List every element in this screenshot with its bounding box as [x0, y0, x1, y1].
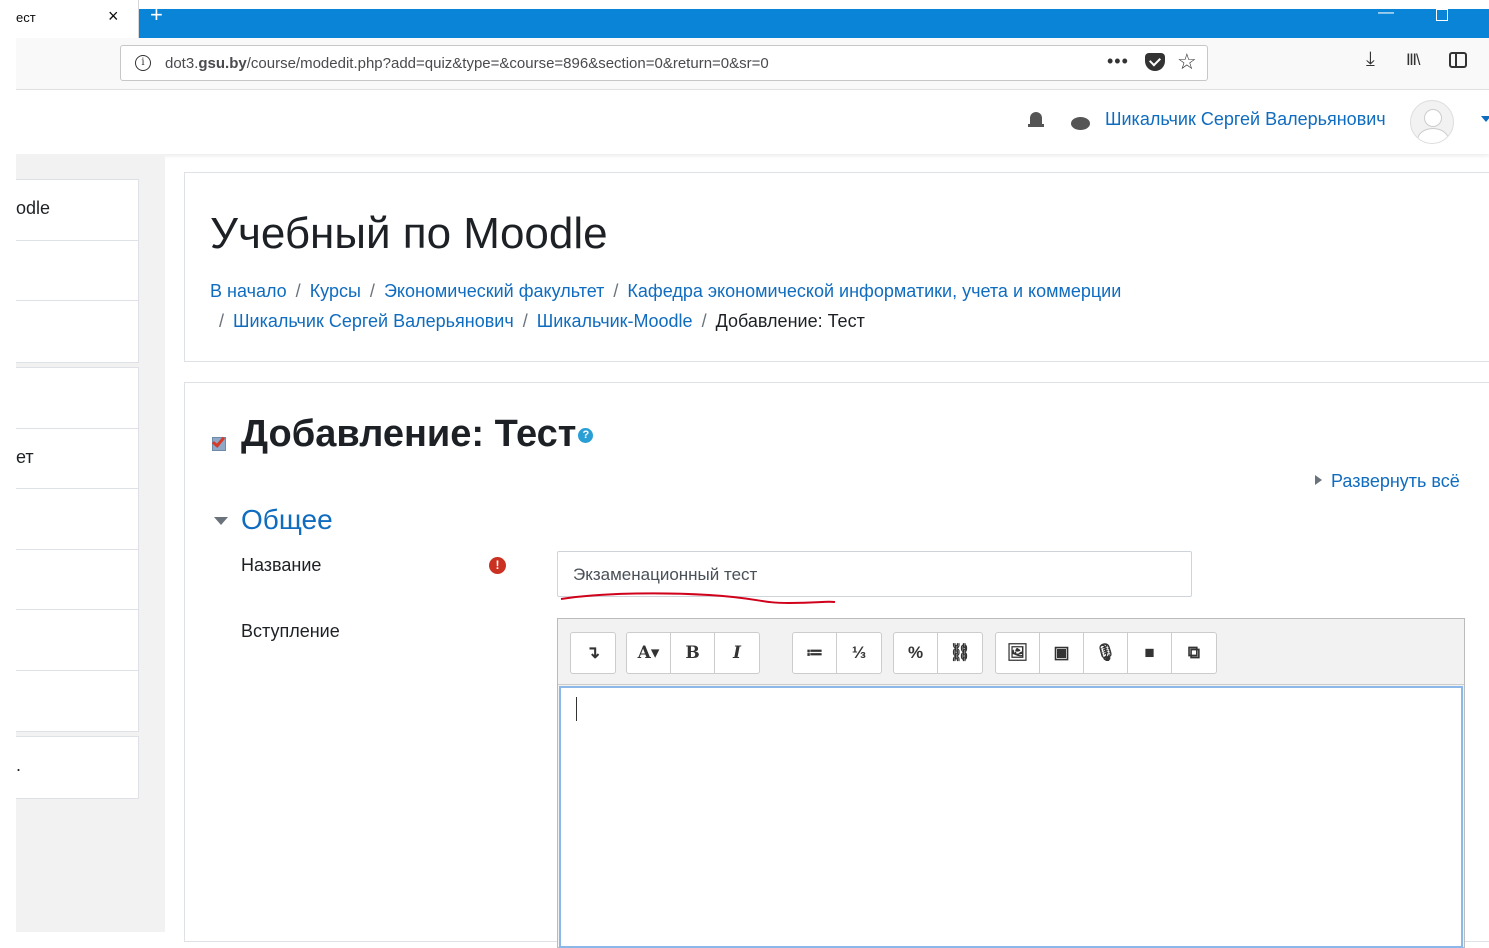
breadcrumb-separator: /: [701, 311, 707, 331]
name-label: Название: [241, 555, 322, 575]
section-general-toggle[interactable]: Общее: [241, 504, 333, 536]
italic-icon[interactable]: I: [715, 633, 759, 673]
page-title: Добавление: Тест?: [241, 413, 594, 456]
browser-tab-bar: ест × + —: [0, 0, 1489, 38]
intro-label: Вступление: [241, 621, 340, 641]
drawer-item[interactable]: [16, 489, 138, 550]
drawer-item[interactable]: ет: [16, 429, 138, 489]
intro-text-area[interactable]: [559, 686, 1463, 948]
drawer-item-label: .: [16, 755, 22, 775]
edit-form-card: Добавление: Тест? Развернуть всё Общее Н…: [184, 382, 1489, 948]
annotation-underline: [560, 592, 836, 605]
breadcrumb-current: Добавление: Тест: [715, 311, 865, 331]
expand-all-label: Развернуть всё: [1331, 471, 1460, 491]
tab-bar-top-strip: [0, 0, 1489, 9]
breadcrumb-faculty[interactable]: Экономический факультет: [384, 281, 604, 301]
image-icon[interactable]: 🖼: [996, 633, 1040, 673]
breadcrumb-separator: /: [219, 311, 225, 331]
course-title: Учебный по Moodle: [210, 209, 608, 258]
drawer-item-label: odle: [16, 198, 51, 218]
drawer-item[interactable]: [16, 241, 138, 301]
unordered-list-icon[interactable]: ≔: [793, 633, 837, 673]
drawer-item[interactable]: odle: [16, 180, 138, 241]
expand-all-link[interactable]: Развернуть всё: [1315, 471, 1460, 492]
page-header-card: Учебный по Moodle В начало / Курсы / Экономи…: [184, 172, 1489, 362]
required-icon: !: [489, 557, 506, 574]
download-icon[interactable]: ⤓: [1366, 48, 1375, 71]
site-info-icon[interactable]: i: [135, 55, 151, 71]
avatar[interactable]: [1410, 100, 1454, 144]
record-video-icon[interactable]: ■: [1128, 633, 1172, 673]
toolbar-group-lists: ≔ ⅓: [792, 632, 882, 674]
drawer-item[interactable]: [16, 301, 138, 362]
text-cursor: [576, 697, 577, 721]
address-bar[interactable]: i dot3.gsu.by/course/modedit.php?add=qui…: [120, 45, 1208, 81]
quiz-icon: [211, 433, 230, 451]
url-path: /course/modedit.php?add=quiz&type=&cours…: [246, 55, 769, 72]
section-collapse-icon[interactable]: [214, 517, 228, 525]
toolbar-group-media: 🖼 ▣ 🎙 ■ ⧉: [995, 632, 1217, 674]
browser-tab[interactable]: ест ×: [0, 0, 139, 38]
breadcrumb-department[interactable]: Кафедра экономической информатики, учета…: [627, 281, 1121, 301]
editor-toolbar: ↴ A▾ B I ≔ ⅓ % ⛓ 🖼 ▣ 🎙 ■ ⧉: [558, 619, 1464, 685]
link-icon[interactable]: %: [894, 633, 938, 673]
page-actions-icon[interactable]: •••: [1107, 51, 1129, 72]
drawer-item[interactable]: [16, 550, 138, 610]
tab-title: ест: [16, 10, 36, 25]
ordered-list-icon[interactable]: ⅓: [837, 633, 881, 673]
drawer-group-site: ет: [16, 367, 139, 732]
toolbar-toggle-icon[interactable]: ↴: [571, 633, 615, 673]
toolbar-group-collapse: ↴: [570, 632, 616, 674]
url-host-prefix: dot3.: [165, 55, 199, 72]
drawer-item[interactable]: [16, 368, 138, 429]
drawer-item[interactable]: [16, 610, 138, 671]
drawer-item-label: ет: [16, 446, 34, 467]
caret-right-icon: [1315, 475, 1322, 485]
drawer-group-admin: .: [16, 736, 139, 799]
breadcrumb-separator: /: [522, 311, 528, 331]
messages-icon[interactable]: [1071, 117, 1090, 130]
browser-nav-bar: i dot3.gsu.by/course/modedit.php?add=qui…: [0, 38, 1489, 90]
sidebar-toggle-icon[interactable]: [1449, 52, 1467, 68]
chevron-down-icon[interactable]: [1481, 116, 1489, 122]
record-audio-icon[interactable]: 🎙: [1084, 633, 1128, 673]
bookmark-star-icon[interactable]: ☆: [1177, 49, 1197, 75]
maximize-icon[interactable]: [1436, 9, 1448, 21]
site-header: Шикальчик Сергей Валерьянович: [16, 90, 1489, 154]
page-title-text: Добавление: Тест: [241, 413, 577, 455]
breadcrumb-courses[interactable]: Курсы: [310, 281, 361, 301]
unlink-icon[interactable]: ⛓: [938, 633, 982, 673]
nav-drawer: odle ет .: [16, 154, 165, 932]
breadcrumb-separator: /: [369, 281, 375, 301]
toolbar-group-format: A▾ B I: [626, 632, 760, 674]
drawer-item[interactable]: [16, 671, 138, 732]
notifications-bell-icon[interactable]: [1028, 112, 1044, 130]
paragraph-styles-icon[interactable]: A▾: [627, 633, 671, 673]
url-host: gsu.by: [198, 55, 247, 72]
window-left-edge: [0, 38, 16, 932]
manage-files-icon[interactable]: ⧉: [1172, 633, 1216, 673]
bold-icon[interactable]: B: [671, 633, 715, 673]
breadcrumb-separator: /: [295, 281, 301, 301]
library-icon[interactable]: Ⅲ\: [1406, 50, 1421, 70]
breadcrumb: В начало / Курсы / Экономический факультет / К…: [210, 276, 1310, 336]
drawer-item[interactable]: .: [16, 737, 138, 798]
intro-editor: ↴ A▾ B I ≔ ⅓ % ⛓ 🖼 ▣ 🎙 ■ ⧉: [557, 618, 1465, 948]
help-icon[interactable]: ?: [578, 428, 594, 444]
breadcrumb-teacher[interactable]: Шикальчик Сергей Валерьянович: [233, 311, 514, 331]
toolbar-group-links: % ⛓: [893, 632, 983, 674]
pocket-icon[interactable]: [1145, 53, 1165, 71]
breadcrumb-course[interactable]: Шикальчик-Moodle: [537, 311, 693, 331]
breadcrumb-separator: /: [613, 281, 619, 301]
media-icon[interactable]: ▣: [1040, 633, 1084, 673]
breadcrumb-home[interactable]: В начало: [210, 281, 287, 301]
drawer-group-course: odle: [16, 179, 139, 363]
url-text[interactable]: dot3.gsu.by/course/modedit.php?add=quiz&…: [165, 55, 769, 72]
new-tab-button[interactable]: +: [150, 2, 163, 28]
user-menu-name[interactable]: Шикальчик Сергей Валерьянович: [1105, 109, 1386, 130]
close-tab-icon[interactable]: ×: [108, 6, 119, 27]
minimize-icon[interactable]: —: [1378, 4, 1394, 22]
